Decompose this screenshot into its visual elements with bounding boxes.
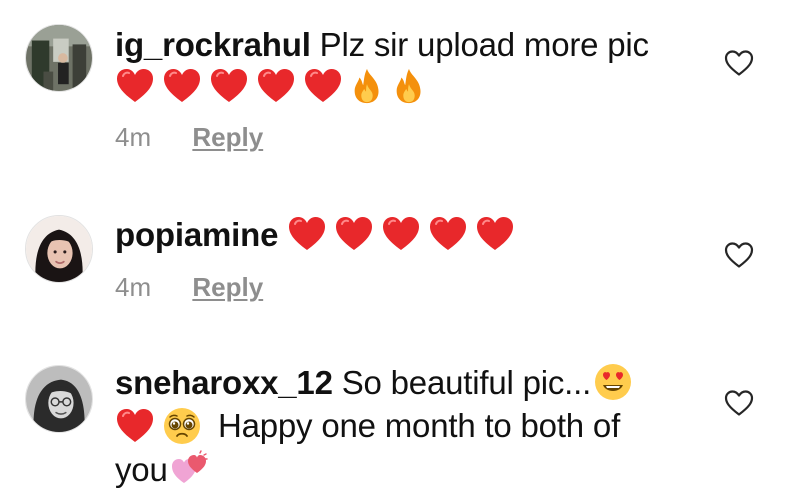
comment-username[interactable]: popiamine — [115, 216, 278, 253]
comment-username[interactable]: ig_rockrahul — [115, 26, 311, 63]
red-heart-icon — [334, 214, 374, 254]
red-heart-icon — [381, 214, 421, 254]
comment-body: Plz sir upload more pic — [319, 26, 649, 63]
red-heart-icon — [115, 406, 155, 446]
fire-icon — [350, 67, 384, 105]
pleading-face-icon — [162, 406, 202, 446]
comment-body: you — [115, 450, 168, 488]
reply-button[interactable]: Reply — [192, 272, 263, 302]
comment-timestamp: 4m — [115, 122, 152, 152]
comment-item: sneharoxx_12 So beautiful pic... Happy o… — [0, 340, 800, 498]
comment-body: Happy one month to both of — [217, 407, 621, 445]
comment-timestamp: 4m — [115, 272, 152, 302]
heart-outline-icon — [723, 240, 755, 270]
avatar[interactable] — [25, 365, 93, 433]
heart-outline-icon — [723, 48, 755, 78]
reply-button[interactable]: Reply — [192, 122, 263, 152]
red-heart-icon — [303, 66, 343, 106]
comment-item: ig_rockrahul Plz sir upload more pic 4m … — [0, 0, 800, 160]
avatar[interactable] — [25, 215, 93, 283]
red-heart-icon — [428, 214, 468, 254]
heart-eyes-icon — [593, 362, 633, 402]
fire-icon — [392, 67, 426, 105]
red-heart-icon — [115, 66, 155, 106]
comment-meta: 4m Reply — [115, 122, 263, 152]
comment-text: sneharoxx_12 So beautiful pic... Happy o… — [115, 362, 695, 492]
comment-text: popiamine — [115, 214, 695, 257]
red-heart-icon — [475, 214, 515, 254]
comment-username[interactable]: sneharoxx_12 — [115, 364, 333, 401]
two-hearts-icon — [170, 449, 210, 489]
red-heart-icon — [162, 66, 202, 106]
comment-meta: 4m Reply — [115, 272, 263, 302]
avatar[interactable] — [25, 24, 93, 92]
comment-body: So beautiful pic... — [341, 364, 592, 401]
comment-item: popiamine 4m Reply — [0, 190, 800, 320]
like-button[interactable] — [723, 240, 755, 270]
red-heart-icon — [287, 214, 327, 254]
red-heart-icon — [209, 66, 249, 106]
like-button[interactable] — [723, 48, 755, 78]
like-button[interactable] — [723, 388, 755, 418]
comment-text: ig_rockrahul Plz sir upload more pic — [115, 24, 695, 109]
heart-outline-icon — [723, 388, 755, 418]
red-heart-icon — [256, 66, 296, 106]
